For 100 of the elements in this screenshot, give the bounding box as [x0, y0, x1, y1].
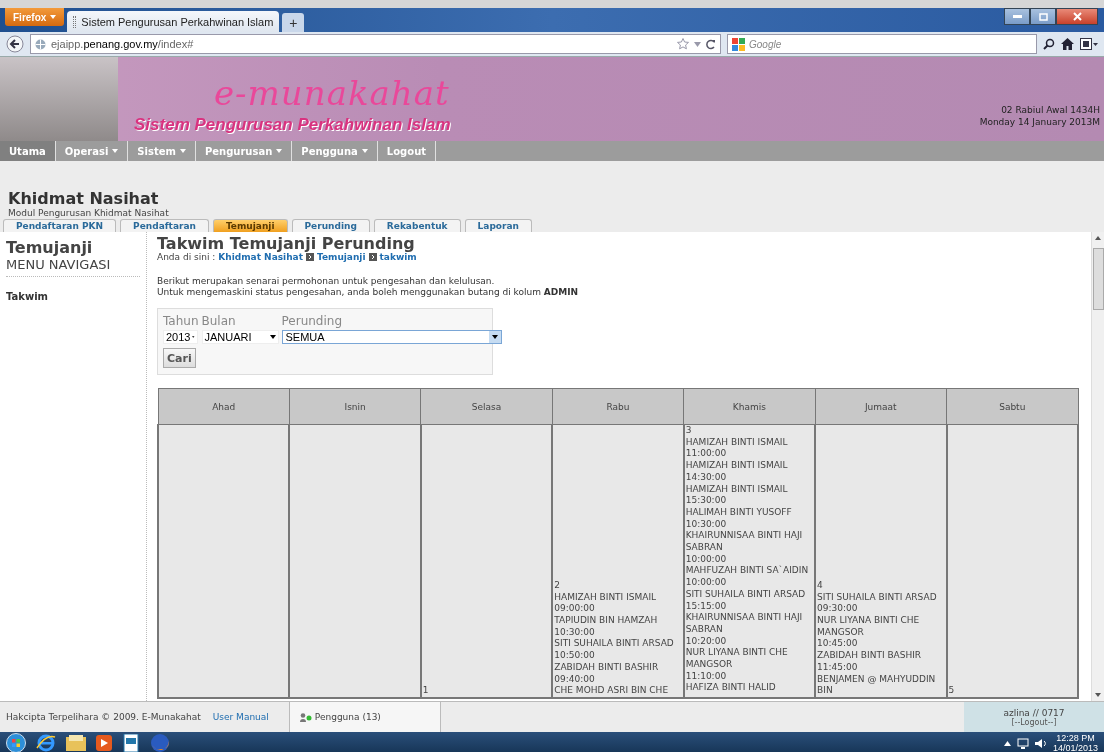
close-icon	[1072, 12, 1082, 21]
appointment-time: 14:30:00	[685, 471, 728, 484]
search-field[interactable]: Google	[727, 34, 1037, 54]
module-tab[interactable]: Laporan	[464, 219, 532, 232]
appointment-name[interactable]: SITI SUHAILA BINTI ARSAD	[685, 588, 815, 601]
search-button[interactable]: Cari	[163, 348, 196, 368]
scroll-up-icon[interactable]	[1095, 236, 1101, 240]
scroll-down-icon[interactable]	[1095, 693, 1101, 697]
appointment-name[interactable]: HAMIZAH BINTI ISMAIL	[685, 436, 815, 449]
appointment-time: 10:30:00	[554, 626, 596, 639]
calendar-day-cell[interactable]: 5	[946, 424, 1078, 698]
calendar-day-cell[interactable]	[683, 424, 816, 698]
chevron-icon	[368, 253, 377, 261]
module-subtitle: Modul Pengurusan Khidmat Nasihat	[8, 208, 170, 218]
taskbar-clock[interactable]: 12:28 PM 14/01/2013	[1052, 733, 1098, 752]
appointment-time: 10:00:00	[685, 577, 728, 589]
scrollbar[interactable]	[1091, 232, 1104, 701]
network-icon[interactable]	[1016, 737, 1029, 749]
breadcrumb-link[interactable]: Temujanji	[316, 252, 366, 262]
appointment-time: 10:45:00	[817, 638, 859, 651]
appointment-name[interactable]: HALIMAH BINTI YUSOFF	[685, 506, 815, 519]
appointment-name[interactable]: HAMIZAH BINTI ISMAIL	[685, 483, 815, 496]
caret-icon	[50, 15, 57, 19]
google-icon	[732, 37, 745, 51]
appointment-time: 15:15:00	[685, 600, 728, 613]
start-orb-icon[interactable]	[6, 733, 26, 752]
breadcrumb-link[interactable]: takwim	[379, 252, 417, 262]
module-tab[interactable]: Pendaftaran	[120, 219, 209, 232]
appointment-name[interactable]: MAHFUZAH BINTI SA`AIDIN	[685, 565, 815, 578]
dropdown-field[interactable]: 2013	[163, 330, 198, 344]
maximize-icon	[1038, 12, 1048, 21]
day-header: Jumaat	[815, 388, 947, 425]
appointment-name[interactable]: SITI SUHAILA BINTI ARSAD	[554, 638, 683, 651]
online-users-panel[interactable]: Pengguna (13)	[289, 702, 441, 732]
dropdown-icon[interactable]	[694, 41, 701, 47]
appointment-name[interactable]: KHAIRUNNISAA BINTI HAJI SABRAN	[685, 612, 815, 636]
maximize-button[interactable]	[1030, 8, 1056, 25]
sidebar-subtitle: MENU NAVIGASI	[6, 257, 140, 277]
appointment-name[interactable]: SITI SUHAILA BINTI ARSAD	[817, 591, 946, 604]
appointment-name[interactable]: HAFIZA BINTI HALID	[685, 682, 815, 695]
calendar-day-cell[interactable]: 2 HAMIZAH BINTI ISMAIL 09:00:00 TAPIUDIN BIN HAMZAH 10:30:00 SITI SUHAILA BINTI ARSAD 10:50:00 ZABIDAH BINTI BASHIR 09:40:00 CHE MOHD ASRI BIN CHE	[552, 424, 684, 698]
breadcrumb-link[interactable]: Khidmat Nasihat	[218, 252, 303, 262]
appointment-time: 09:30:00	[817, 603, 859, 616]
appointment-name[interactable]: ZABIDAH BINTI BASHIR	[817, 650, 946, 662]
hijri-date: 02 Rabiul Awal 1434H	[1000, 104, 1100, 116]
calendar-day-cell[interactable]: 1	[420, 424, 553, 698]
module-tab[interactable]: Temujanji	[212, 219, 288, 232]
reload-icon[interactable]	[706, 38, 716, 50]
caret-icon	[491, 335, 498, 339]
media-player-icon[interactable]	[96, 735, 112, 751]
tray-expand-icon[interactable]	[1003, 740, 1011, 746]
bookmarks-icon[interactable]	[1080, 38, 1098, 50]
appointment-name[interactable]: HAMIZAH BINTI ISMAIL	[554, 591, 683, 604]
appointment-name[interactable]: KHAIRUNNISAA BINTI HAJI SABRAN	[685, 530, 815, 554]
day-header: Ahad	[158, 388, 290, 425]
address-field[interactable]: ejaipp.penang.gov.my/index#	[30, 34, 721, 54]
appointment-time: 11:10:00	[685, 670, 728, 683]
user-online-icon	[299, 712, 312, 722]
logout-link[interactable]: [--Logout--]	[1011, 717, 1057, 727]
sidebar-item[interactable]: Takwim	[6, 291, 140, 302]
calendar-day-cell[interactable]	[158, 424, 290, 698]
word-document-icon[interactable]	[122, 734, 140, 752]
intro-text: Berikut merupakan senarai permohonan untuk pengesahan dan kelulusan.	[157, 276, 496, 287]
dropdown-field[interactable]: JANUARI	[201, 330, 279, 344]
new-tab-button[interactable]: +	[282, 13, 305, 32]
calendar-day-cell[interactable]: 4 SITI SUHAILA BINTI ARSAD 09:30:00 NUR LIYANA BINTI CHE MANGSOR 10:45:00 ZABIDAH BINTI BASHIR 11:45:00 BENJAMEN @ MAHYUDDIN BIN	[815, 424, 947, 698]
module-tab[interactable]: Rekabentuk	[373, 219, 461, 232]
combo-field[interactable]: SEMUA	[281, 330, 502, 344]
scroll-thumb[interactable]	[1092, 248, 1104, 310]
star-icon[interactable]	[677, 38, 689, 50]
breadcrumb-label: Anda di sini :	[157, 252, 216, 262]
appointment-name[interactable]: ZABIDAH BINTI BASHIR	[554, 661, 683, 674]
close-button[interactable]	[1056, 8, 1098, 25]
volume-icon[interactable]	[1034, 737, 1047, 749]
chevron-icon	[305, 253, 314, 261]
home-icon[interactable]	[1061, 38, 1074, 50]
date-number: 2	[554, 579, 561, 592]
appointment-name[interactable]: NUR LIYANA BINTI CHE MANGSOR	[685, 647, 815, 671]
copyright-text: Hakcipta Terpelihara © 2009. E-Munakahat	[5, 712, 202, 722]
appointment-name[interactable]: CHE MOHD ASRI BIN CHE	[554, 685, 683, 697]
appointment-name[interactable]: HAMIZAH BINTI ISMAIL	[685, 460, 815, 472]
page-icon	[73, 15, 77, 28]
browser-tab[interactable]: Sistem Pengurusan Perkahwinan Islam	[67, 11, 280, 32]
caret-icon	[192, 335, 195, 339]
day-header: Rabu	[552, 388, 684, 425]
appointment-name[interactable]: TAPIUDIN BIN HAMZAH	[554, 615, 683, 627]
sidebar-title: Temujanji	[6, 238, 94, 257]
nav-menu-item[interactable]: Utama	[0, 141, 56, 161]
ring-icon[interactable]	[36, 734, 56, 752]
minimize-button[interactable]	[1004, 8, 1030, 25]
calendar-day-cell[interactable]	[289, 424, 421, 698]
page-title: Takwim Temujanji Perunding	[157, 235, 415, 252]
module-tab[interactable]: Pendaftaran PKN	[3, 219, 117, 232]
appointment-name[interactable]: BENJAMEN @ MAHYUDDIN BIN	[817, 673, 946, 697]
minimize-icon	[1012, 15, 1022, 18]
appointment-name[interactable]: NUR LIYANA BINTI CHE MANGSOR	[817, 615, 946, 639]
back-icon[interactable]	[6, 35, 24, 53]
module-tab[interactable]: Perunding	[291, 219, 370, 232]
folder-icon[interactable]	[66, 735, 86, 751]
search-icon[interactable]	[1043, 38, 1055, 50]
